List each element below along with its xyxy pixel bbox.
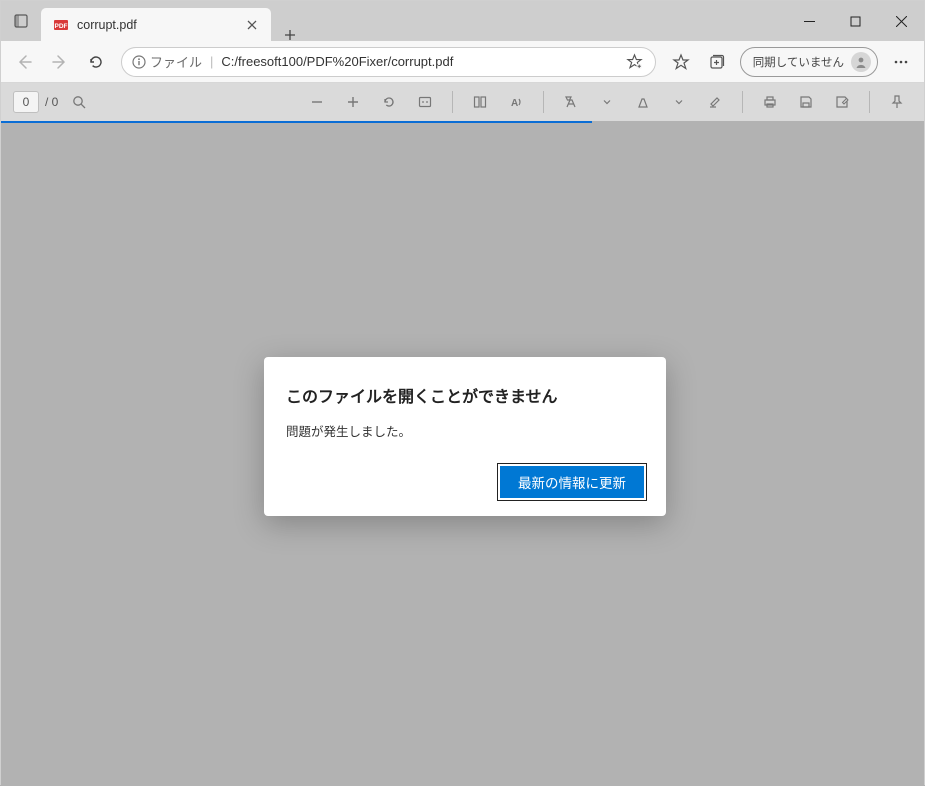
avatar [851, 52, 871, 72]
svg-text:PDF: PDF [55, 23, 68, 30]
address-bar[interactable]: ファイル | C:/freesoft100/PDF%20Fixer/corrup… [121, 47, 656, 77]
maximize-icon [850, 16, 861, 27]
erase-button[interactable] [700, 87, 730, 117]
person-icon [854, 55, 868, 69]
search-icon [71, 94, 87, 110]
save-button[interactable] [791, 87, 821, 117]
refresh-button[interactable] [79, 45, 113, 79]
sync-label: 同期していません [753, 54, 844, 70]
star-add-icon [626, 53, 643, 70]
rotate-icon [381, 94, 397, 110]
info-icon [132, 55, 146, 69]
collections-icon [708, 53, 726, 71]
profile-sync-pill[interactable]: 同期していません [740, 47, 878, 77]
dialog-message: 問題が発生しました。 [286, 421, 644, 440]
minus-icon [310, 95, 324, 109]
tab-title: corrupt.pdf [77, 18, 235, 32]
pdf-viewport: このファイルを開くことができません 問題が発生しました。 最新の情報に更新 [1, 123, 924, 786]
address-divider: | [210, 54, 213, 69]
pin-icon [889, 94, 905, 110]
fit-page-button[interactable] [410, 87, 440, 117]
window-close-button[interactable] [878, 1, 924, 41]
svg-text:A: A [511, 98, 518, 109]
pdf-toolbar: / 0 A [1, 83, 924, 121]
tab-actions-menu[interactable] [1, 1, 41, 41]
pen-icon [635, 94, 651, 110]
dialog-title: このファイルを開くことができません [286, 383, 644, 407]
window-titlebar: PDF corrupt.pdf [1, 1, 924, 41]
zoom-out-button[interactable] [302, 87, 332, 117]
page-view-button[interactable] [465, 87, 495, 117]
find-button[interactable] [64, 87, 94, 117]
plus-icon [346, 95, 360, 109]
refresh-icon [87, 53, 105, 71]
window-maximize-button[interactable] [832, 1, 878, 41]
browser-tab[interactable]: PDF corrupt.pdf [41, 8, 271, 41]
collections-button[interactable] [700, 45, 734, 79]
print-icon [762, 94, 778, 110]
arrow-right-icon [51, 53, 69, 71]
highlight-button[interactable] [556, 87, 586, 117]
ellipsis-icon [893, 54, 909, 70]
address-path: C:/freesoft100/PDF%20Fixer/corrupt.pdf [221, 54, 453, 69]
settings-more-button[interactable] [884, 45, 918, 79]
highlight-dropdown[interactable] [592, 87, 622, 117]
highlighter-icon [563, 94, 579, 110]
save-as-button[interactable] [827, 87, 857, 117]
pin-toolbar-button[interactable] [882, 87, 912, 117]
chevron-down-icon [602, 97, 612, 107]
pdf-favicon: PDF [53, 17, 69, 33]
rotate-button[interactable] [374, 87, 404, 117]
site-info[interactable]: ファイル [132, 52, 202, 71]
back-button[interactable] [7, 45, 41, 79]
new-tab-button[interactable] [274, 29, 306, 41]
refresh-dialog-button[interactable]: 最新の情報に更新 [500, 466, 644, 498]
favorites-button[interactable] [664, 45, 698, 79]
page-total: / 0 [45, 95, 58, 109]
close-icon [896, 16, 907, 27]
eraser-icon [707, 94, 723, 110]
favorite-add-button[interactable] [623, 50, 647, 74]
forward-button[interactable] [43, 45, 77, 79]
arrow-left-icon [15, 53, 33, 71]
window-minimize-button[interactable] [786, 1, 832, 41]
read-aloud-icon: A [508, 94, 524, 110]
tab-close-button[interactable] [243, 16, 261, 34]
window-controls [786, 1, 924, 41]
error-dialog: このファイルを開くことができません 問題が発生しました。 最新の情報に更新 [264, 357, 666, 516]
page-view-icon [472, 94, 488, 110]
chevron-down-icon [674, 97, 684, 107]
page-number-input[interactable] [13, 91, 39, 113]
zoom-in-button[interactable] [338, 87, 368, 117]
tab-actions-icon [13, 13, 29, 29]
draw-dropdown[interactable] [664, 87, 694, 117]
tab-strip: PDF corrupt.pdf [41, 1, 306, 41]
plus-icon [284, 29, 296, 41]
browser-navbar: ファイル | C:/freesoft100/PDF%20Fixer/corrup… [1, 41, 924, 83]
save-as-icon [834, 94, 850, 110]
close-icon [247, 20, 257, 30]
star-icon [672, 53, 690, 71]
minimize-icon [804, 16, 815, 27]
fit-page-icon [417, 94, 433, 110]
draw-button[interactable] [628, 87, 658, 117]
print-button[interactable] [755, 87, 785, 117]
protocol-label: ファイル [150, 52, 202, 71]
save-icon [798, 94, 814, 110]
read-aloud-button[interactable]: A [501, 87, 531, 117]
